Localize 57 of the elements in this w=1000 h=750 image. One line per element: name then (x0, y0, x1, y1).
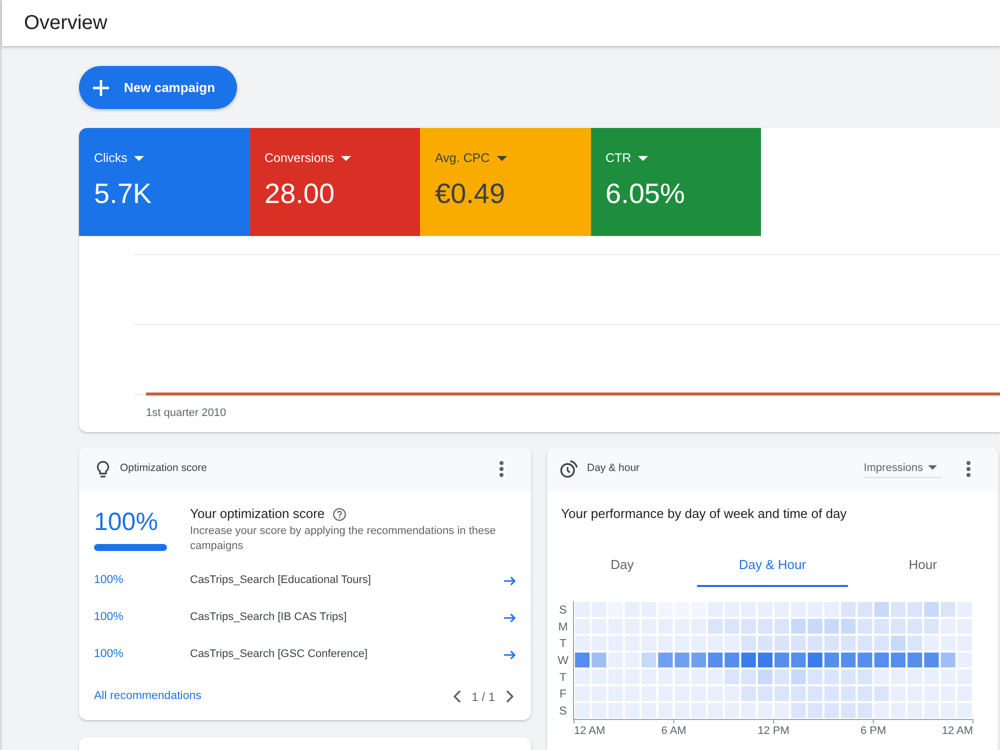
metric-value: 5.7K (94, 177, 152, 211)
lightbulb-icon (96, 460, 110, 478)
campaign-score: 100% (94, 610, 124, 625)
hour-label: 6 PM (860, 725, 886, 737)
day-label: F (559, 688, 567, 701)
caret-icon (638, 156, 648, 160)
metric-value: 6.05% (606, 177, 685, 211)
caret-icon (928, 465, 937, 470)
card-title: Day & hour (587, 461, 640, 476)
metric-selector[interactable]: Avg. CPC (435, 150, 507, 166)
hour-label: 12 AM (574, 725, 606, 737)
new-campaign-button[interactable]: New campaign (79, 66, 237, 109)
arrow-icon[interactable] (504, 576, 516, 586)
hour-label: 12 PM (758, 725, 790, 737)
caret-icon (340, 156, 351, 160)
metric-value: 28.00 (264, 177, 335, 211)
day-label: S (559, 604, 567, 616)
campaign-score: 100% (94, 572, 124, 588)
chevron-left-icon[interactable] (452, 690, 461, 703)
arrow-icon[interactable] (504, 612, 516, 622)
card-title: Optimization score (120, 461, 207, 476)
campaign-name[interactable]: CasTrips_Search [GSC Conference] (190, 646, 504, 663)
chevron-right-icon[interactable] (506, 690, 514, 703)
campaign-score: 100% (94, 646, 124, 662)
score-value: 100% (94, 507, 158, 537)
metric-selector[interactable]: Conversions (264, 150, 351, 166)
axis-label: 1st quarter 2010 (146, 406, 226, 420)
section-heading: Your performance by day of week and time of day (561, 505, 847, 523)
metric-dropdown[interactable]: Impressions (864, 460, 941, 478)
campaign-name[interactable]: CasTrips_Search [IB CAS Trips] (190, 609, 504, 626)
day-label: T (559, 638, 567, 650)
plus-icon (93, 80, 109, 96)
page-indicator: 1 / 1 (472, 688, 495, 706)
hour-label: 6 AM (661, 725, 686, 737)
metric-selector[interactable]: CTR (606, 150, 648, 166)
clock-icon (560, 460, 578, 478)
recommendations-link[interactable]: All recommendations (94, 688, 202, 706)
help-icon[interactable] (332, 508, 346, 520)
more-options-icon[interactable] (966, 461, 971, 477)
day-label: M (558, 621, 568, 634)
hour-label: 12 AM (942, 725, 973, 737)
more-options-icon[interactable] (499, 461, 504, 477)
day-label: W (558, 655, 568, 667)
tab[interactable]: Hour (848, 551, 998, 587)
caret-icon (134, 156, 144, 160)
tab[interactable]: Day & Hour (697, 551, 848, 587)
score-description: Increase your score by applying the recommendations in these campaigns (190, 524, 497, 554)
arrow-icon[interactable] (504, 650, 516, 660)
day-label: T (559, 672, 567, 684)
metric-selector[interactable]: Clicks (94, 150, 144, 166)
caret-icon (496, 156, 507, 160)
metric-value: €0.49 (435, 177, 506, 211)
day-label: S (559, 706, 567, 718)
page-title: Overview (24, 11, 108, 35)
score-heading: Your optimization score (190, 505, 325, 523)
tab[interactable]: Day (547, 551, 698, 587)
campaign-name[interactable]: CasTrips_Search [Educational Tours] (190, 572, 504, 589)
